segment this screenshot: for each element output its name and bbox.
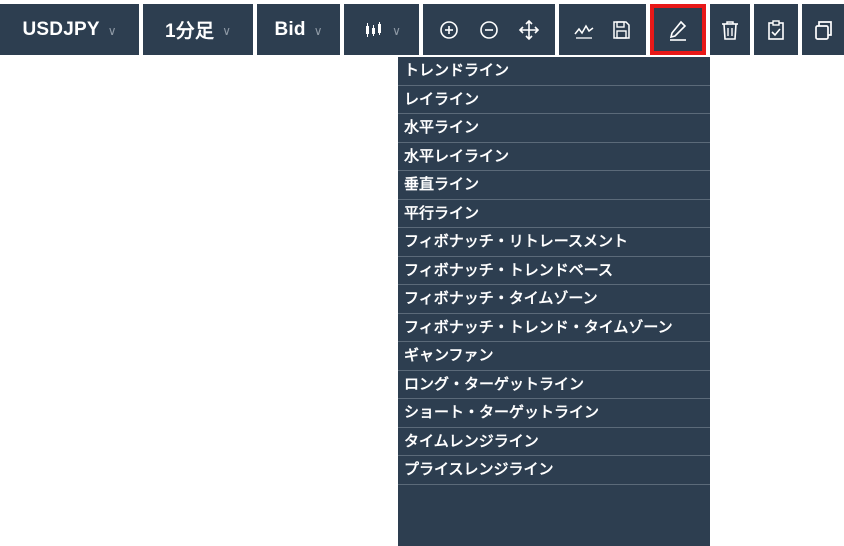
- candlestick-chart-icon: [366, 21, 382, 37]
- drawing-menu-item[interactable]: フィボナッチ・トレンドベース: [398, 257, 710, 285]
- chart-type-dropdown[interactable]: ∨: [344, 4, 419, 55]
- drawing-menu-item[interactable]: フィボナッチ・リトレースメント: [398, 228, 710, 257]
- chevron-down-icon: ∨: [107, 23, 117, 38]
- timeframe-label: 1分足: [165, 21, 215, 42]
- zoom-out-icon[interactable]: [478, 19, 500, 41]
- drawing-menu-item[interactable]: フィボナッチ・トレンド・タイムゾーン: [398, 314, 710, 342]
- symbol-dropdown[interactable]: USDJPY ∨: [0, 4, 139, 55]
- drawing-menu-item[interactable]: タイムレンジライン: [398, 428, 710, 456]
- chevron-down-icon: ∨: [222, 23, 231, 38]
- drawing-menu-item[interactable]: ロング・ターゲットライン: [398, 371, 710, 399]
- drawing-menu-item[interactable]: 水平レイライン: [398, 143, 710, 171]
- copy-icon: [815, 20, 832, 40]
- price-type-dropdown[interactable]: Bid ∨: [257, 4, 340, 55]
- drawing-menu-item[interactable]: フィボナッチ・タイムゾーン: [398, 285, 710, 314]
- price-type-label: Bid: [274, 18, 306, 40]
- drawing-menu-item[interactable]: レイライン: [398, 86, 710, 114]
- indicator-tool-group: [559, 4, 646, 55]
- symbol-label: USDJPY: [22, 18, 100, 40]
- drawing-menu-item[interactable]: プライスレンジライン: [398, 456, 710, 485]
- chevron-down-icon: ∨: [313, 23, 323, 38]
- indicator-icon[interactable]: [573, 19, 595, 41]
- drawing-tools-menu: トレンドライン レイライン 水平ライン 水平レイライン 垂直ライン 平行ライン フィボナッチ…: [398, 57, 710, 546]
- chevron-down-icon: ∨: [392, 23, 401, 38]
- drawing-menu-item[interactable]: 水平ライン: [398, 114, 710, 143]
- move-icon[interactable]: [518, 19, 540, 41]
- delete-button[interactable]: [710, 4, 750, 55]
- copy-button[interactable]: [802, 4, 844, 55]
- drawing-menu-item[interactable]: ギャンファン: [398, 342, 710, 371]
- save-icon[interactable]: [610, 19, 632, 41]
- trash-icon: [722, 20, 738, 40]
- zoom-tool-group: [423, 4, 555, 55]
- clipboard-button[interactable]: [754, 4, 798, 55]
- clipboard-check-icon: [768, 19, 784, 40]
- timeframe-dropdown[interactable]: 1分足 ∨: [143, 4, 253, 55]
- drawing-menu-item[interactable]: 平行ライン: [398, 200, 710, 228]
- zoom-in-icon[interactable]: [438, 19, 460, 41]
- drawing-tool-button[interactable]: [650, 4, 706, 55]
- drawing-menu-item[interactable]: 垂直ライン: [398, 171, 710, 200]
- drawing-menu-item[interactable]: ショート・ターゲットライン: [398, 399, 710, 428]
- drawing-menu-item[interactable]: トレンドライン: [398, 57, 710, 86]
- pencil-icon: [669, 20, 687, 41]
- chart-toolbar: USDJPY ∨ 1分足 ∨ Bid ∨ ∨: [0, 0, 844, 57]
